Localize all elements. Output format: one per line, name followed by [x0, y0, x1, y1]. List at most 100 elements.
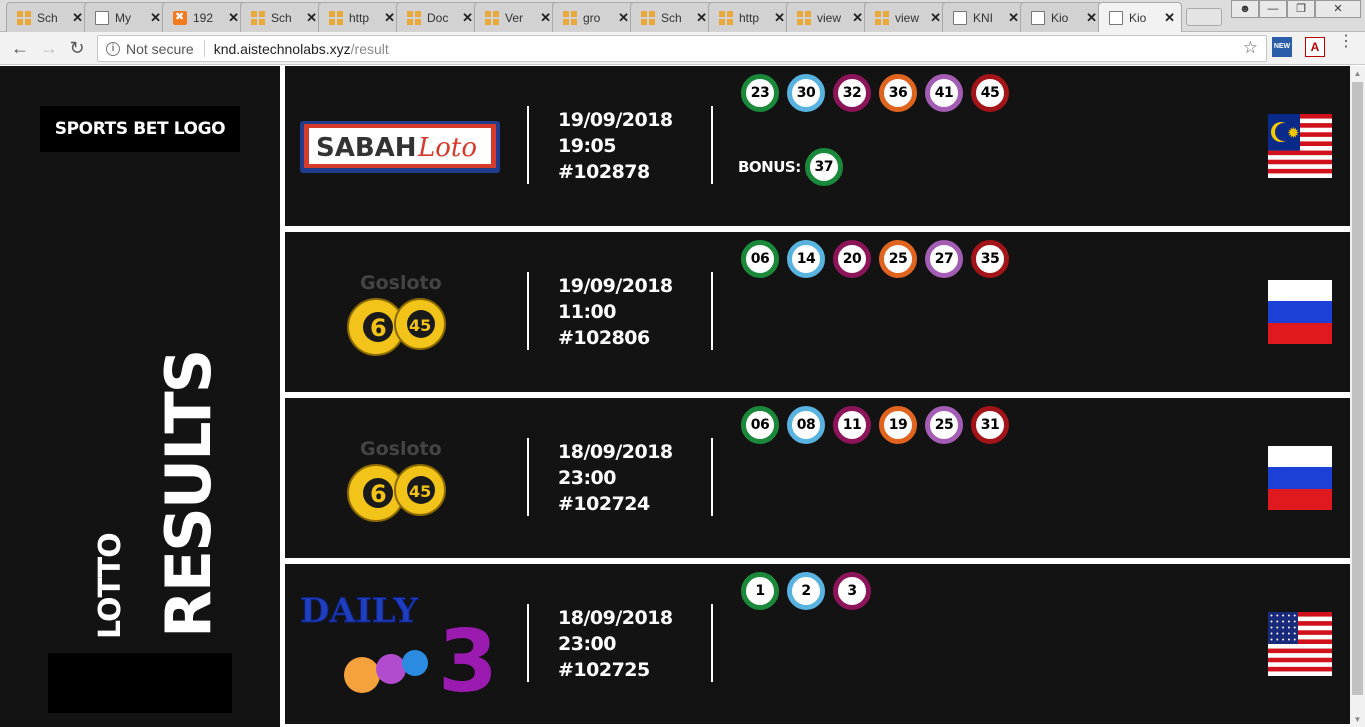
- browser-tab[interactable]: Doc ✕: [396, 2, 480, 32]
- sports-bet-logo: SPORTS BET LOGO: [40, 106, 240, 152]
- grid-icon: [407, 10, 421, 25]
- page-content: SPORTS BET LOGO LOTTO RESULTS SABAH Loto 1…: [0, 66, 1365, 727]
- grid-icon: [719, 10, 733, 25]
- draw-info: 18/09/2018 23:00 #102725: [558, 605, 673, 683]
- column-divider: [527, 272, 529, 350]
- restore-button[interactable]: ❐: [1287, 0, 1315, 18]
- browser-tab[interactable]: Kio ✕: [1020, 2, 1104, 32]
- grid-icon: [875, 10, 889, 25]
- bonus-label: BONUS:: [738, 158, 801, 176]
- winning-numbers: 06 08 11 19 25 31: [741, 406, 1009, 444]
- usa-flag: [1268, 612, 1332, 677]
- close-tab-icon[interactable]: ✕: [462, 10, 473, 26]
- results-heading: RESULTS: [152, 350, 225, 638]
- close-tab-icon[interactable]: ✕: [1086, 10, 1097, 26]
- sidebar-banner: [48, 653, 232, 713]
- column-divider: [711, 604, 713, 682]
- browser-tab[interactable]: Sch ✕: [6, 2, 90, 32]
- address-bar[interactable]: i Not secure knd.aistechnolabs.xyz /resu…: [97, 35, 1267, 62]
- grid-icon: [485, 10, 499, 25]
- grid-icon: [797, 10, 811, 25]
- user-icon[interactable]: ☻: [1231, 0, 1259, 18]
- close-tab-icon[interactable]: ✕: [774, 10, 785, 26]
- draw-number: #102806: [558, 327, 650, 349]
- close-tab-icon[interactable]: ✕: [1008, 10, 1019, 26]
- draw-number: #102725: [558, 659, 650, 681]
- browser-tab[interactable]: My ✕: [84, 2, 168, 32]
- close-tab-icon[interactable]: ✕: [930, 10, 941, 26]
- close-tab-icon[interactable]: ✕: [150, 10, 161, 26]
- tab-title: http: [349, 10, 370, 25]
- grid-icon: [329, 10, 343, 25]
- bonus-ball: 37: [804, 148, 843, 186]
- bookmark-star-icon[interactable]: ☆: [1243, 38, 1258, 58]
- back-button[interactable]: ←: [8, 36, 32, 60]
- browser-tab[interactable]: http ✕: [318, 2, 402, 32]
- close-tab-icon[interactable]: ✕: [384, 10, 395, 26]
- number-ball: 3: [833, 572, 871, 610]
- result-row: DAILY 3 18/09/2018 23:00 #102725 1 2 3: [285, 564, 1350, 724]
- malaysia-flag: ✹: [1268, 114, 1332, 179]
- forward-button[interactable]: →: [37, 36, 61, 60]
- minimize-button[interactable]: —: [1259, 0, 1287, 18]
- draw-time: 23:00: [558, 467, 616, 489]
- lottery-logo: SABAH Loto: [300, 91, 500, 201]
- svg-text:✹: ✹: [1287, 124, 1300, 142]
- browser-tab[interactable]: Sch ✕: [240, 2, 324, 32]
- winning-numbers: 123: [741, 572, 871, 610]
- close-window-button[interactable]: ✕: [1315, 0, 1361, 18]
- number-ball: 11: [833, 406, 871, 444]
- browser-menu-icon[interactable]: ⋮: [1338, 34, 1354, 50]
- new-tab-button[interactable]: [1186, 8, 1222, 26]
- info-icon[interactable]: i: [106, 41, 120, 56]
- result-row: Gosloto 6 45 18/09/2018 23:00 #102724 06 08 11 19…: [285, 398, 1350, 558]
- browser-tab[interactable]: view ✕: [864, 2, 948, 32]
- scroll-down-arrow-icon[interactable]: ▼: [1350, 712, 1365, 727]
- grid-icon: [563, 10, 577, 25]
- browser-tab[interactable]: KNI ✕: [942, 2, 1026, 32]
- close-tab-icon[interactable]: ✕: [696, 10, 707, 26]
- scrollbar-thumb[interactable]: [1352, 82, 1363, 695]
- document-icon: [1109, 10, 1123, 25]
- scroll-up-arrow-icon[interactable]: ▲: [1350, 66, 1365, 81]
- scrollbar[interactable]: ▲ ▼: [1350, 66, 1365, 727]
- number-ball: 14: [787, 240, 825, 278]
- draw-time: 11:00: [558, 301, 616, 323]
- result-row: SABAH Loto 19/09/2018 19:05 #102878 23 30 32 36 4…: [285, 66, 1350, 226]
- number-ball: 1: [741, 572, 779, 610]
- close-tab-icon[interactable]: ✕: [852, 10, 863, 26]
- tab-title: Sch: [271, 10, 292, 25]
- close-tab-icon[interactable]: ✕: [540, 10, 551, 26]
- logo-text: SABAH: [316, 133, 417, 163]
- close-tab-icon[interactable]: ✕: [72, 10, 83, 26]
- number-ball: 23: [741, 74, 779, 112]
- column-divider: [711, 272, 713, 350]
- column-divider: [711, 438, 713, 516]
- news-extension-icon[interactable]: NEW: [1272, 37, 1292, 57]
- logo-number-3: 3: [438, 612, 498, 699]
- result-row: Gosloto 6 45 19/09/2018 11:00 #102806 06 14 20 25…: [285, 232, 1350, 392]
- close-tab-icon[interactable]: ✕: [1164, 10, 1175, 26]
- close-tab-icon[interactable]: ✕: [306, 10, 317, 26]
- browser-tab[interactable]: http ✕: [708, 2, 792, 32]
- draw-info: 19/09/2018 19:05 #102878: [558, 107, 673, 185]
- browser-tab[interactable]: 192 ✕: [162, 2, 246, 32]
- draw-date: 18/09/2018: [558, 607, 673, 629]
- browser-tab[interactable]: view ✕: [786, 2, 870, 32]
- reload-button[interactable]: ↻: [65, 36, 89, 60]
- address-separator: [203, 40, 205, 57]
- browser-tab[interactable]: Ver ✕: [474, 2, 558, 32]
- browser-tab[interactable]: Sch ✕: [630, 2, 714, 32]
- winning-numbers: 06 14 20 25 27 35: [741, 240, 1009, 278]
- tab-title: Doc: [427, 10, 449, 25]
- draw-time: 23:00: [558, 633, 616, 655]
- logo-text: Gosloto: [360, 272, 442, 294]
- close-tab-icon[interactable]: ✕: [618, 10, 629, 26]
- close-tab-icon[interactable]: ✕: [228, 10, 239, 26]
- logo-number-45: 45: [409, 316, 431, 335]
- number-ball: 25: [925, 406, 963, 444]
- browser-tab[interactable]: gro ✕: [552, 2, 636, 32]
- number-ball: 32: [833, 74, 871, 112]
- pdf-extension-icon[interactable]: A: [1305, 37, 1325, 57]
- browser-tab[interactable]: Kio ✕: [1098, 2, 1182, 32]
